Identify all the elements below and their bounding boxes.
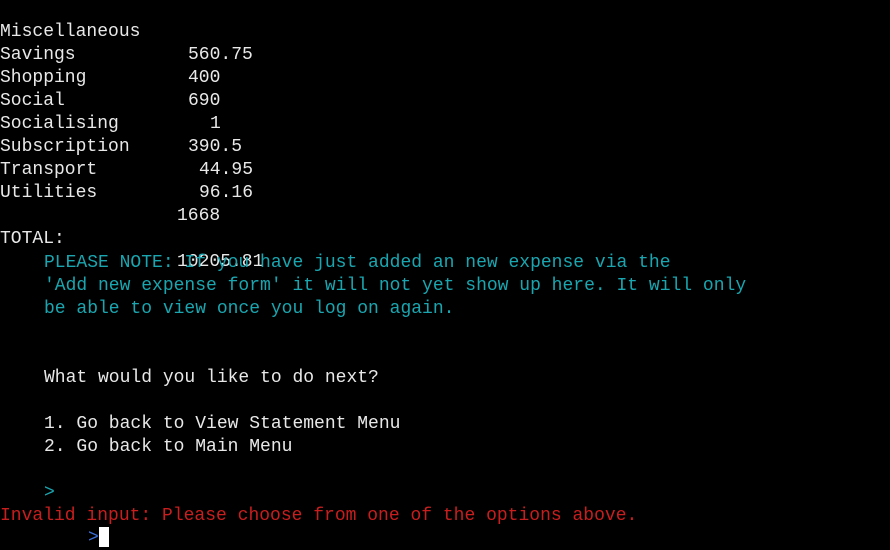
category-amount: 44.95 [199, 160, 254, 180]
text-cursor[interactable] [99, 527, 109, 547]
category-amount: 96.16 [199, 183, 254, 203]
statement-total-row: TOTAL: 10205.81 [0, 205, 263, 272]
statement-row: Miscellaneous 560.75 [0, 0, 253, 65]
input-prompt-arrow-active: > [88, 528, 99, 548]
category-amount: 690 [188, 91, 221, 111]
category-name: Utilities [0, 183, 98, 203]
statement-row: Socialising 390.5 [0, 90, 242, 157]
terminal-window[interactable]: Miscellaneous 560.75 Savings 400 Shoppin… [0, 0, 890, 548]
statement-row: Shopping 690 [0, 44, 220, 111]
note-line-1: PLEASE NOTE: If you have just added an n… [44, 253, 671, 273]
statement-row: Social 1 [0, 67, 221, 134]
input-prompt-arrow: > [44, 483, 55, 503]
category-amount: 390.5 [188, 137, 243, 157]
note-line-2: 'Add new expense form' it will not yet s… [44, 276, 747, 296]
statement-row: Subscription 44.95 [0, 113, 253, 180]
menu-option-view-statement: 1. Go back to View Statement Menu [44, 414, 401, 434]
error-message: Invalid input: Please choose from one of… [0, 506, 638, 526]
statement-row: Transport 96.16 [0, 136, 253, 203]
statement-row: Savings 400 [0, 21, 220, 88]
category-amount: 560.75 [188, 45, 253, 65]
category-amount: 1 [210, 114, 221, 134]
category-amount: 1668 [177, 206, 221, 226]
note-line-3: be able to view once you log on again. [44, 299, 455, 319]
menu-question: What would you like to do next? [44, 368, 379, 388]
menu-option-main-menu: 2. Go back to Main Menu [44, 437, 293, 457]
category-amount: 400 [188, 68, 221, 88]
total-label: TOTAL: [0, 229, 65, 249]
statement-row: Utilities 1668 [0, 159, 220, 226]
